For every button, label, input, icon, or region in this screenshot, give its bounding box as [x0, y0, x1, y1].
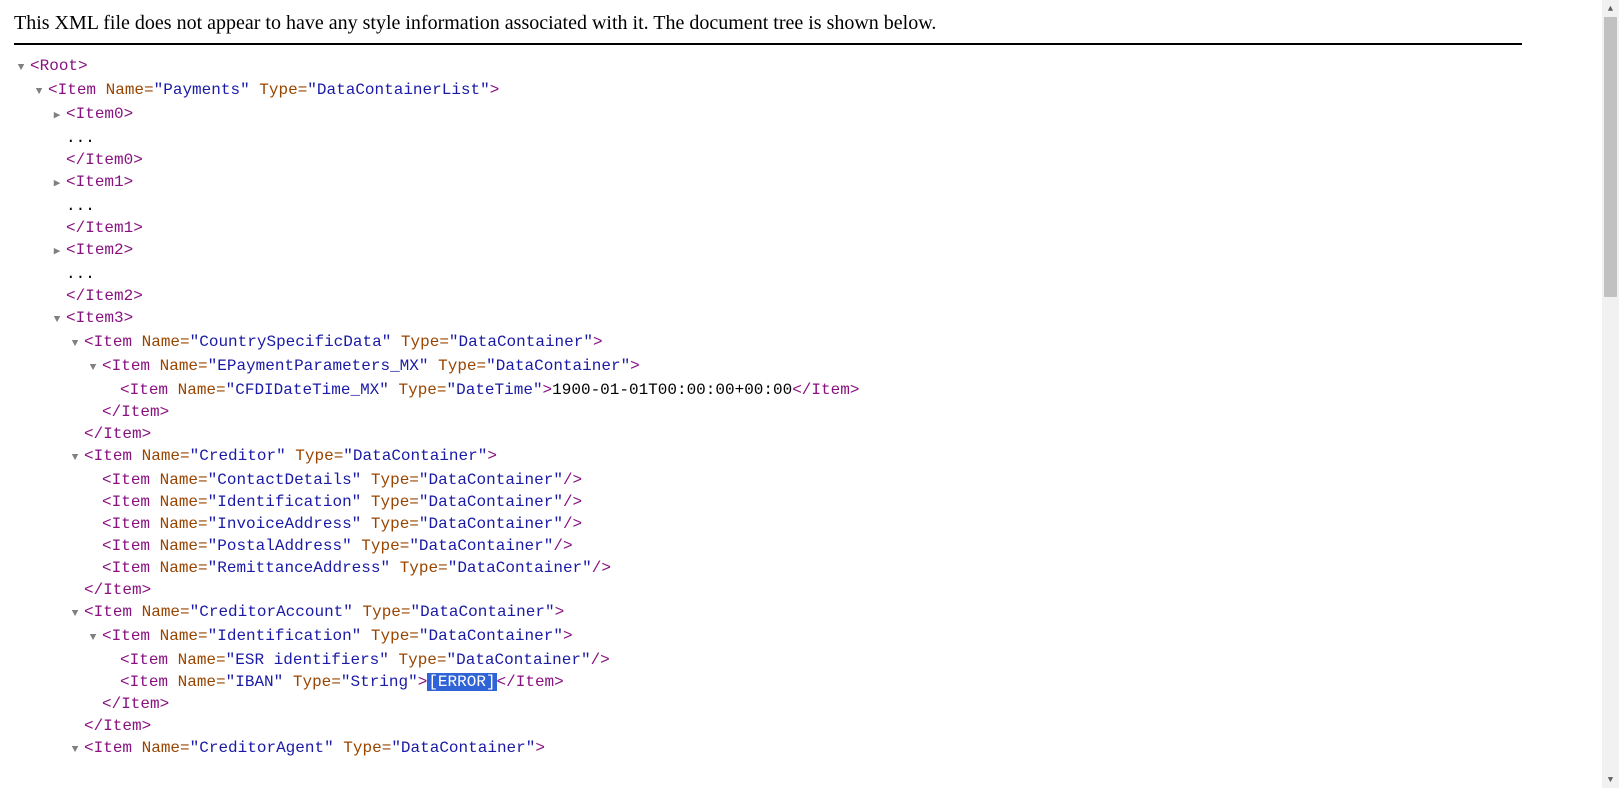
divider — [14, 43, 1522, 45]
tag-selfclose: <Item Name="PostalAddress" Type="DataCon… — [102, 535, 573, 557]
tag-open: <Root> — [30, 55, 88, 77]
ellipsis[interactable]: ... — [66, 195, 95, 217]
tree-row[interactable]: <Item Name="InvoiceAddress" Type="DataCo… — [14, 513, 1522, 535]
tag-selfclose: <Item Name="ContactDetails" Type="DataCo… — [102, 469, 582, 491]
tag-open: <Item Name="EPaymentParameters_MX" Type=… — [102, 355, 640, 377]
tree-row[interactable]: ... — [14, 127, 1522, 149]
tag-selfclose: <Item Name="Identification" Type="DataCo… — [102, 491, 582, 513]
expand-toggle-icon[interactable] — [32, 81, 46, 103]
tag-with-text: <Item Name="CFDIDateTime_MX" Type="DateT… — [120, 379, 859, 401]
vertical-scrollbar[interactable]: ▲ ▼ — [1602, 0, 1619, 788]
tree-row: </Item1> — [14, 217, 1522, 239]
tree-row[interactable]: <Item Name="ContactDetails" Type="DataCo… — [14, 469, 1522, 491]
no-style-notice: This XML file does not appear to have an… — [14, 8, 1522, 43]
expand-toggle-icon[interactable] — [68, 739, 82, 761]
expand-toggle-icon[interactable] — [86, 357, 100, 379]
tag-close: </Item> — [102, 401, 169, 423]
tree-row: </Item> — [14, 401, 1522, 423]
tree-row[interactable]: <Item Name="CFDIDateTime_MX" Type="DateT… — [14, 379, 1522, 401]
tag-open: <Item3> — [66, 307, 133, 329]
tree-row[interactable]: <Item Name="EPaymentParameters_MX" Type=… — [14, 355, 1522, 379]
tree-row[interactable]: ... — [14, 263, 1522, 285]
expand-toggle-icon[interactable] — [14, 57, 28, 79]
tree-row[interactable]: <Item3> — [14, 307, 1522, 331]
tree-row[interactable]: <Item Name="Payments" Type="DataContaine… — [14, 79, 1522, 103]
tag-open: <Item Name="Identification" Type="DataCo… — [102, 625, 573, 647]
tag-close: </Item> — [84, 715, 151, 737]
expand-toggle-icon[interactable] — [68, 603, 82, 625]
tree-row[interactable]: <Item Name="IBAN" Type="String">[ERROR]<… — [14, 671, 1522, 693]
tree-row[interactable]: ... — [14, 195, 1522, 217]
tree-row[interactable]: <Item Name="Creditor" Type="DataContaine… — [14, 445, 1522, 469]
tag-close: </Item0> — [66, 149, 143, 171]
tree-row[interactable]: <Item Name="CreditorAgent" Type="DataCon… — [14, 737, 1522, 761]
tree-row: </Item> — [14, 715, 1522, 737]
expand-toggle-icon[interactable] — [50, 309, 64, 331]
tag-selfclose: <Item Name="RemittanceAddress" Type="Dat… — [102, 557, 611, 579]
tag-with-text: <Item Name="IBAN" Type="String">[ERROR]<… — [120, 671, 564, 693]
selected-text: [ERROR] — [427, 673, 496, 691]
expand-toggle-icon[interactable] — [50, 173, 64, 195]
tree-row[interactable]: <Item Name="Identification" Type="DataCo… — [14, 491, 1522, 513]
tag-close: </Item2> — [66, 285, 143, 307]
tree-row[interactable]: <Item Name="PostalAddress" Type="DataCon… — [14, 535, 1522, 557]
tag-selfclose: <Item Name="InvoiceAddress" Type="DataCo… — [102, 513, 582, 535]
tree-row[interactable]: <Item0> — [14, 103, 1522, 127]
tag-open: <Item Name="Creditor" Type="DataContaine… — [84, 445, 497, 467]
tree-row: </Item> — [14, 423, 1522, 445]
tree-row[interactable]: <Item Name="CountrySpecificData" Type="D… — [14, 331, 1522, 355]
tree-row[interactable]: <Item Name="ESR identifiers" Type="DataC… — [14, 649, 1522, 671]
tree-row: </Item0> — [14, 149, 1522, 171]
tree-row: </Item> — [14, 579, 1522, 601]
tag-open: <Item0> — [66, 103, 133, 125]
tag-open: <Item Name="CountrySpecificData" Type="D… — [84, 331, 603, 353]
tree-row[interactable]: <Root> — [14, 55, 1522, 79]
scrollbar-thumb[interactable] — [1604, 17, 1617, 297]
tag-open: <Item2> — [66, 239, 133, 261]
tree-row[interactable]: <Item2> — [14, 239, 1522, 263]
tree-row: </Item2> — [14, 285, 1522, 307]
tag-open: <Item Name="CreditorAgent" Type="DataCon… — [84, 737, 545, 759]
ellipsis[interactable]: ... — [66, 263, 95, 285]
tree-row: </Item> — [14, 693, 1522, 715]
ellipsis[interactable]: ... — [66, 127, 95, 149]
tree-row[interactable]: <Item Name="Identification" Type="DataCo… — [14, 625, 1522, 649]
tag-open: <Item1> — [66, 171, 133, 193]
tag-open: <Item Name="Payments" Type="DataContaine… — [48, 79, 499, 101]
xml-tree: <Root> <Item Name="Payments" Type="DataC… — [14, 55, 1522, 761]
tag-selfclose: <Item Name="ESR identifiers" Type="DataC… — [120, 649, 610, 671]
scroll-down-arrow-icon[interactable]: ▼ — [1602, 771, 1619, 788]
scroll-up-arrow-icon[interactable]: ▲ — [1602, 0, 1619, 17]
tag-close: </Item> — [84, 423, 151, 445]
xml-viewer-pane: This XML file does not appear to have an… — [0, 0, 1536, 788]
expand-toggle-icon[interactable] — [50, 241, 64, 263]
scrollbar-track[interactable] — [1602, 17, 1619, 771]
tree-row[interactable]: <Item Name="CreditorAccount" Type="DataC… — [14, 601, 1522, 625]
expand-toggle-icon[interactable] — [68, 447, 82, 469]
expand-toggle-icon[interactable] — [68, 333, 82, 355]
tag-open: <Item Name="CreditorAccount" Type="DataC… — [84, 601, 564, 623]
tag-close: </Item1> — [66, 217, 143, 239]
tag-close: </Item> — [84, 579, 151, 601]
tree-row[interactable]: <Item1> — [14, 171, 1522, 195]
expand-toggle-icon[interactable] — [50, 105, 64, 127]
tag-close: </Item> — [102, 693, 169, 715]
expand-toggle-icon[interactable] — [86, 627, 100, 649]
tree-row[interactable]: <Item Name="RemittanceAddress" Type="Dat… — [14, 557, 1522, 579]
